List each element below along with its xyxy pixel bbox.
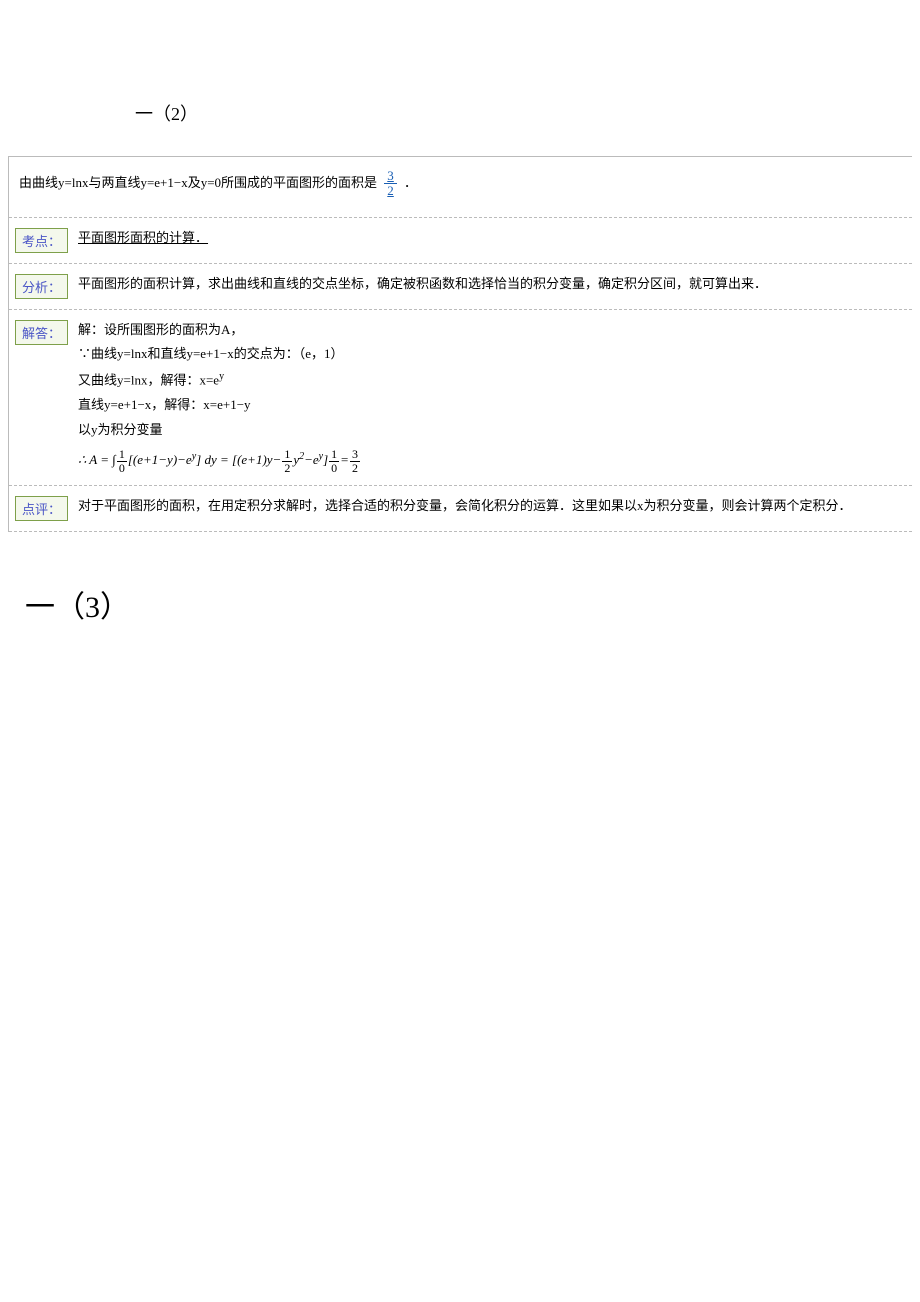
jieda-line5: 以y为积分变量 [78, 418, 906, 443]
frac-half: 12 [282, 448, 292, 474]
f2-num: 3 [350, 448, 360, 462]
f1-den: 2 [282, 462, 292, 475]
formula-body5: ] [323, 452, 328, 467]
f2-den: 2 [350, 462, 360, 475]
section-jieda: 解答： 解：设所围图形的面积为A， ∵曲线y=lnx和直线y=e+1−x的交点为… [9, 310, 912, 486]
tag-fenxi: 分析： [15, 274, 68, 299]
answer-frac-den: 2 [384, 184, 397, 198]
heading-q2: 一（2） [135, 100, 920, 126]
content-fenxi: 平面图形的面积计算，求出曲线和直线的交点坐标，确定被积函数和选择恰当的积分变量，… [78, 272, 906, 297]
section-fenxi: 分析： 平面图形的面积计算，求出曲线和直线的交点坐标，确定被积函数和选择恰当的积… [9, 264, 912, 310]
int-top: 1 [117, 448, 127, 462]
jieda-line1: 解：设所围图形的面积为A， [78, 318, 906, 343]
content-jieda: 解：设所围图形的面积为A， ∵曲线y=lnx和直线y=e+1−x的交点为：（e，… [78, 318, 906, 475]
jieda-line3: 又曲线y=lnx，解得：x=ey [78, 367, 906, 393]
section-kaodian: 考点： 平面图形面积的计算． [9, 218, 912, 264]
heading-q3: 一（3） [25, 582, 920, 626]
content-kaodian: 平面图形面积的计算． [78, 226, 906, 251]
formula-body4: −e [304, 452, 319, 467]
tag-dianping: 点评： [15, 496, 68, 521]
formula-body2: ] dy = [(e+1)y− [196, 452, 281, 467]
frac-result: 32 [350, 448, 360, 474]
section-dianping: 点评： 对于平面图形的面积，在用定积分求解时，选择合适的积分变量，会简化积分的运… [9, 486, 912, 532]
int-bot: 0 [117, 462, 127, 475]
question-row: 由曲线y=lnx与两直线y=e+1−x及y=0所围成的平面图形的面积是 3 2 … [9, 157, 912, 218]
jieda-line4: 直线y=e+1−x，解得：x=e+1−y [78, 393, 906, 418]
question-text-post: ． [404, 175, 417, 190]
f1-num: 1 [282, 448, 292, 462]
formula-eq: = [340, 452, 349, 467]
jieda-formula: ∴ A = ∫10[(e+1−y)−ey] dy = [(e+1)y−12y2−… [78, 448, 906, 474]
formula-lead: ∴ A = ∫ [78, 452, 116, 467]
eval-limits: 10 [329, 448, 339, 474]
lim-top: 1 [329, 448, 339, 462]
kaodian-text: 平面图形面积的计算． [78, 230, 208, 245]
jieda-line2: ∵曲线y=lnx和直线y=e+1−x的交点为：（e，1） [78, 342, 906, 367]
formula-body1: [(e+1−y)−e [128, 452, 192, 467]
solution-box: 由曲线y=lnx与两直线y=e+1−x及y=0所围成的平面图形的面积是 3 2 … [8, 156, 912, 532]
answer-frac-num: 3 [384, 169, 397, 184]
answer-fraction: 3 2 [384, 169, 397, 199]
tag-kaodian: 考点： [15, 228, 68, 253]
jieda-line3-pre: 又曲线y=lnx，解得：x=e [78, 372, 219, 387]
content-dianping: 对于平面图形的面积，在用定积分求解时，选择合适的积分变量，会简化积分的运算．这里… [78, 494, 906, 519]
question-text-pre: 由曲线y=lnx与两直线y=e+1−x及y=0所围成的平面图形的面积是 [19, 175, 377, 190]
int-limits: 10 [117, 448, 127, 474]
tag-jieda: 解答： [15, 320, 68, 345]
lim-bot: 0 [329, 462, 339, 475]
jieda-line3-sup: y [219, 371, 224, 382]
